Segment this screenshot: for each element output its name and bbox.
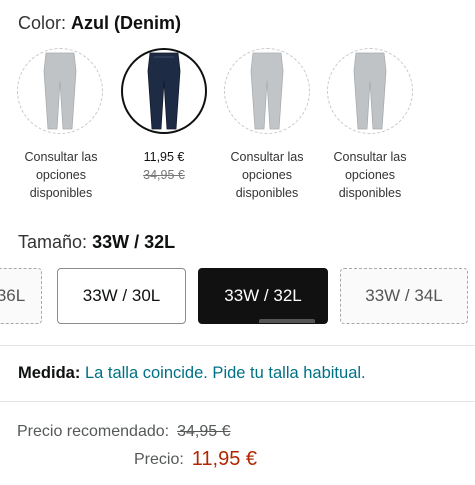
size-option-36l[interactable]: 36L bbox=[0, 268, 42, 324]
size-heading: Tamaño: 33W / 32L bbox=[18, 232, 175, 253]
rrp-value: 34,95 € bbox=[177, 423, 231, 440]
swatch-4-label: Consultar las opciones disponibles bbox=[318, 148, 422, 202]
color-swatch-1[interactable] bbox=[17, 48, 103, 134]
selected-color-name: Azul (Denim) bbox=[71, 13, 182, 33]
selected-indicator-bar bbox=[259, 319, 315, 323]
swatch-2-label: 11,95 € 34,95 € bbox=[112, 148, 216, 184]
swatch-3-label: Consultar las opciones disponibles bbox=[215, 148, 319, 202]
swatch-1-label-line: disponibles bbox=[29, 186, 93, 200]
jeans-icon bbox=[353, 52, 387, 130]
swatch-1-label-line: opciones bbox=[35, 168, 87, 182]
color-swatch-4[interactable] bbox=[327, 48, 413, 134]
swatch-1-label: Consultar las opciones disponibles bbox=[9, 148, 113, 202]
swatch-3-label-line: opciones bbox=[241, 168, 293, 182]
size-option-33w-30l[interactable]: 33W / 30L bbox=[57, 268, 186, 324]
color-swatch-2[interactable] bbox=[121, 48, 207, 134]
fit-message-link[interactable]: La talla coincide. Pide tu talla habitua… bbox=[85, 364, 366, 382]
current-price-row: Precio: 11,95 € bbox=[134, 448, 257, 471]
size-option-33w-34l[interactable]: 33W / 34L bbox=[340, 268, 468, 324]
rrp-label: Precio recomendado: bbox=[17, 423, 170, 440]
swatch-3-label-line: Consultar las bbox=[230, 150, 304, 164]
divider bbox=[0, 345, 475, 346]
swatch-1-label-line: Consultar las bbox=[24, 150, 98, 164]
color-heading: Color: Azul (Denim) bbox=[18, 13, 181, 34]
swatch-2-price: 11,95 € bbox=[143, 150, 185, 164]
swatch-4-label-line: disponibles bbox=[338, 186, 402, 200]
divider bbox=[0, 401, 475, 402]
swatch-2-old-price: 34,95 € bbox=[143, 168, 185, 182]
size-option-label: 33W / 32L bbox=[224, 286, 302, 305]
fit-recommendation: Medida: La talla coincide. Pide tu talla… bbox=[18, 364, 366, 383]
price-value: 11,95 € bbox=[191, 448, 258, 470]
size-option-33w-32l[interactable]: 33W / 32L bbox=[198, 268, 328, 324]
selected-size-name: 33W / 32L bbox=[92, 232, 176, 252]
size-option-label: 36L bbox=[0, 286, 26, 305]
recommended-price-row: Precio recomendado: 34,95 € bbox=[17, 423, 230, 441]
jeans-icon bbox=[43, 52, 77, 130]
jeans-icon bbox=[250, 52, 284, 130]
size-option-label: 33W / 34L bbox=[365, 286, 443, 305]
fit-label: Medida: bbox=[18, 364, 81, 382]
size-option-label: 33W / 30L bbox=[82, 286, 161, 305]
color-label: Color: bbox=[18, 13, 67, 33]
jeans-icon bbox=[147, 52, 181, 130]
swatch-4-label-line: opciones bbox=[344, 168, 396, 182]
swatch-4-label-line: Consultar las bbox=[333, 150, 407, 164]
color-swatch-3[interactable] bbox=[224, 48, 310, 134]
size-label: Tamaño: bbox=[18, 232, 88, 252]
price-label: Precio: bbox=[134, 451, 184, 468]
swatch-3-label-line: disponibles bbox=[235, 186, 299, 200]
product-variation-panel: Color: Azul (Denim) Consultar las opcion… bbox=[0, 0, 475, 485]
